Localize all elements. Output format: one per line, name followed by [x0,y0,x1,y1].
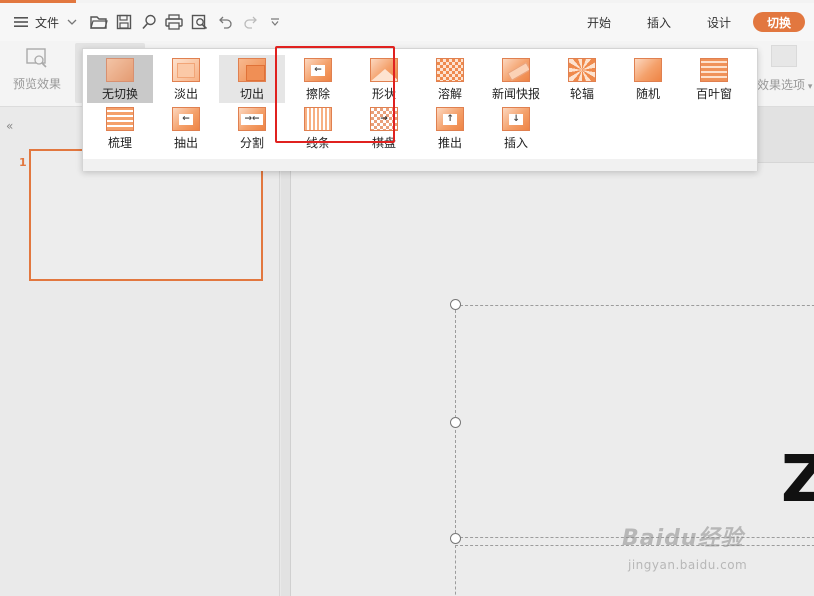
transition-push[interactable]: ↑ 推出 [417,107,483,155]
transition-cut[interactable]: 切出 [219,55,285,103]
transition-split-icon: →← [238,107,266,131]
effect-options-label: 效果选项 [757,78,806,92]
transition-lines[interactable]: 线条 [285,107,351,155]
find-icon[interactable] [140,13,158,31]
watermark-url: jingyan.baidu.com [628,558,748,572]
transition-label: 插入 [503,136,528,150]
arrow-up-icon: ↑ [443,113,457,125]
transition-comb[interactable]: 梳理 [87,107,153,155]
transition-fade-icon [172,58,200,82]
arrow-right-icon: → [380,113,388,124]
transition-shape[interactable]: 形状 [351,55,417,103]
print-preview-icon[interactable] [191,13,209,31]
transition-newsflash-icon [502,58,530,82]
chevron-down-icon[interactable] [63,13,81,31]
arrow-down-icon: ↓ [509,113,523,125]
transition-blinds-icon [700,58,728,82]
transition-lines-icon [304,107,332,131]
transition-dissolve-icon [436,58,464,82]
transition-label: 无切换 [101,87,138,101]
transition-label: 溶解 [437,87,462,101]
resize-handle[interactable] [450,417,461,428]
slide-text-fragment: Z [781,443,814,517]
transition-label: 淡出 [173,87,198,101]
transition-comb-icon [106,107,134,131]
transition-push-icon: ↑ [436,107,464,131]
save-icon[interactable] [115,13,133,31]
resize-handle[interactable] [450,533,461,544]
transition-shape-icon [370,58,398,82]
open-folder-icon[interactable] [90,13,108,31]
transition-checkerboard[interactable]: → 棋盘 [351,107,417,155]
transition-label: 轮辐 [569,87,594,101]
collapse-panel-icon[interactable]: « [6,119,13,133]
transition-label: 抽出 [173,136,198,150]
file-menu[interactable]: 文件 [35,3,59,41]
redo-icon [241,13,259,31]
watermark: Baidu经验 jingyan.baidu.com [622,506,782,586]
transition-insert-icon: ↓ [502,107,530,131]
transition-none[interactable]: 无切换 [87,55,153,103]
transition-newsflash[interactable]: 新闻快报 [483,55,549,103]
transition-wheel-icon [568,58,596,82]
transition-label: 棋盘 [371,136,396,150]
transition-random-icon [634,58,662,82]
chevron-down-icon: ▾ [805,82,813,92]
slides-panel: « 1 [0,107,280,596]
arrow-left-icon: ← [179,113,193,125]
preview-icon [26,48,47,68]
transition-wheel[interactable]: 轮辐 [549,55,615,103]
transition-wipe[interactable]: ← 擦除 [285,55,351,103]
title-placeholder[interactable] [455,305,814,538]
transition-split[interactable]: →← 分割 [219,107,285,155]
transition-label: 随机 [635,87,660,101]
print-icon[interactable] [165,13,183,31]
hamburger-icon[interactable] [12,13,30,31]
effect-options-icon[interactable] [771,45,797,67]
transition-blinds[interactable]: 百叶窗 [681,55,747,103]
undo-icon[interactable] [217,13,235,31]
tab-home[interactable]: 开始 [583,12,615,32]
transition-label: 线条 [305,136,330,150]
transition-pull-icon: ← [172,107,200,131]
resize-handle[interactable] [450,299,461,310]
transition-label: 百叶窗 [695,87,732,101]
transition-none-icon [106,58,134,82]
watermark-brand: Baidu经验 [622,526,744,551]
slide-number: 1 [19,156,27,169]
transition-checkerboard-icon: → [370,107,398,131]
arrow-left-icon: ← [311,64,325,76]
preview-effect-label: 预览效果 [12,77,61,91]
tab-design[interactable]: 设计 [703,12,735,32]
gallery-footer [83,159,757,171]
transition-label: 分割 [239,136,264,150]
transition-gallery-dropdown: 无切换 淡出 切出 ← 擦除 形状 溶解 新闻快报 轮辐 随机 百叶窗 梳理 ←… [82,48,758,171]
tab-transition[interactable]: 切换 [753,12,805,32]
split-arrows-icon: →← [241,113,263,125]
customize-toolbar-icon[interactable] [266,13,284,31]
preview-effect-button[interactable]: 预览效果 [8,47,66,103]
transition-label: 擦除 [305,87,330,101]
transition-wipe-icon: ← [304,58,332,82]
transition-pull[interactable]: ← 抽出 [153,107,219,155]
transition-dissolve[interactable]: 溶解 [417,55,483,103]
transition-insert[interactable]: ↓ 插入 [483,107,549,155]
transition-label: 推出 [437,136,462,150]
tab-insert[interactable]: 插入 [643,12,675,32]
effect-options-button[interactable]: 效果选项 ▾ [757,76,812,93]
transition-label: 形状 [371,87,396,101]
transition-label: 梳理 [107,136,132,150]
transition-label: 新闻快报 [491,87,540,101]
transition-random[interactable]: 随机 [615,55,681,103]
transition-label: 切出 [239,87,264,101]
transition-cut-icon [238,58,266,82]
menu-bar: 文件 开始 插入 设计 切换 [0,3,814,41]
transition-fade[interactable]: 淡出 [153,55,219,103]
